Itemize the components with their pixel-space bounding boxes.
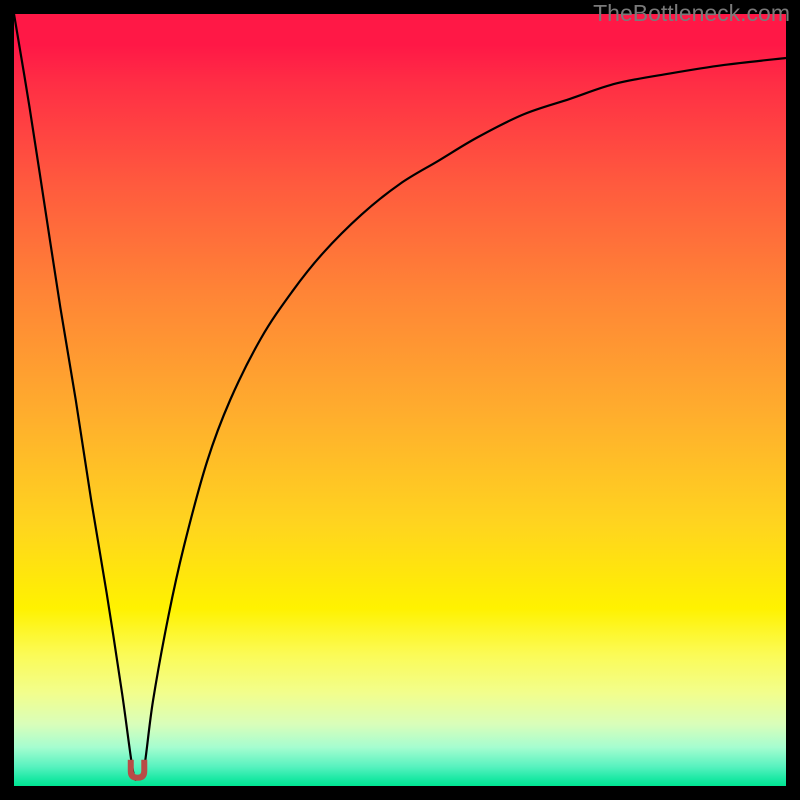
chart-stage: TheBottleneck.com — [0, 0, 800, 800]
curve-layer — [14, 14, 786, 786]
trough-marker — [128, 760, 147, 780]
bottleneck-curve — [14, 14, 786, 786]
plot-area — [14, 14, 786, 786]
curve-path — [14, 14, 786, 780]
attribution-text: TheBottleneck.com — [593, 0, 790, 27]
